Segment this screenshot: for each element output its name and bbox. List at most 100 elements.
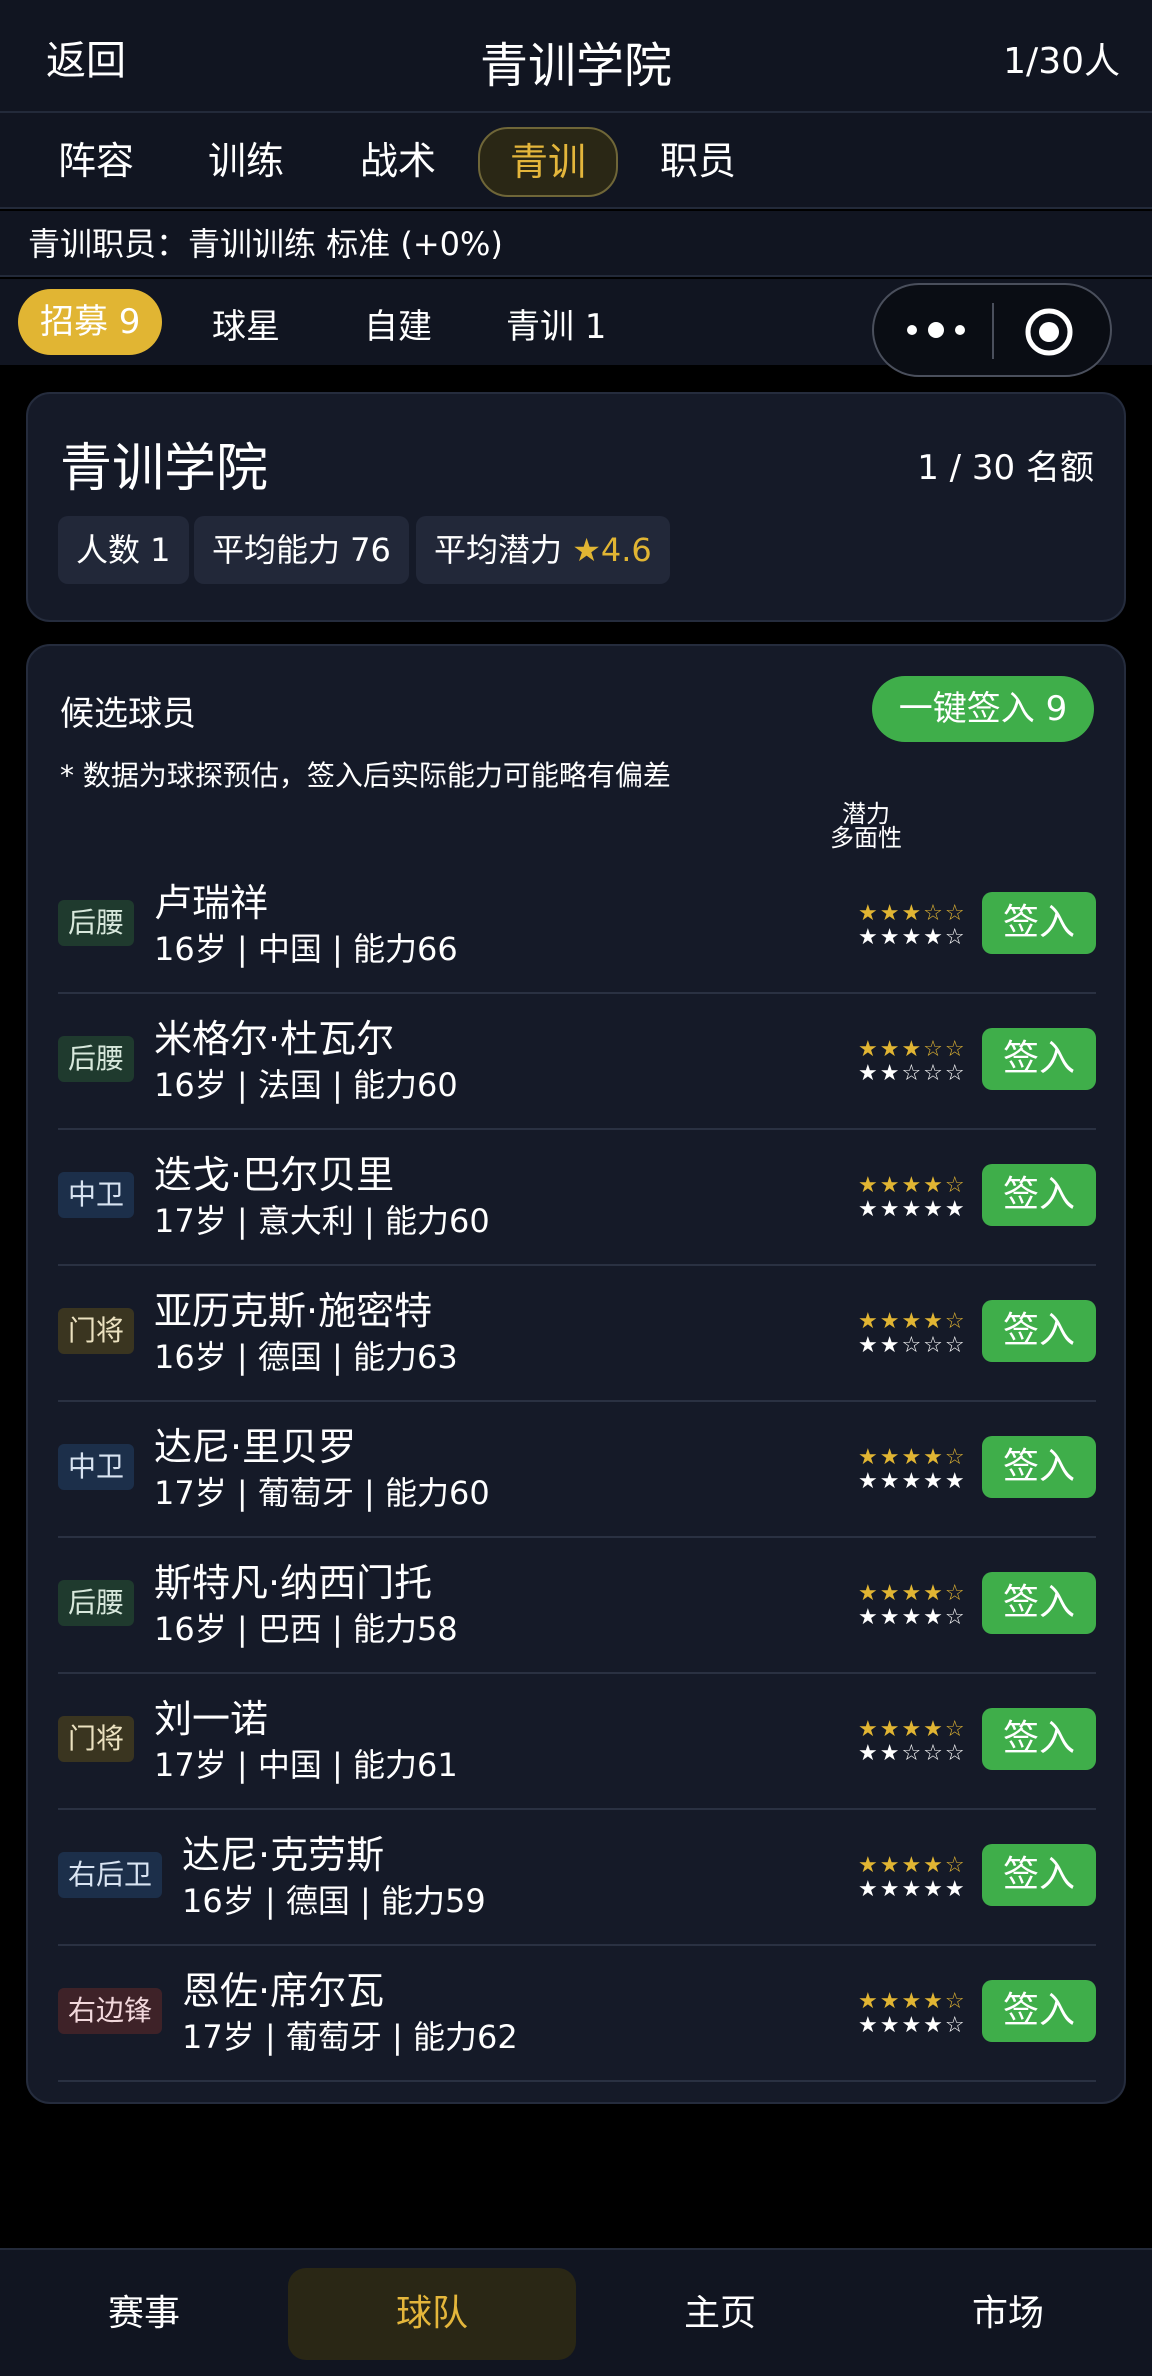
- potential-stars: ★★★☆☆: [858, 1037, 967, 1062]
- sign-button[interactable]: 签入: [982, 1980, 1096, 2042]
- top-bar: 返回 青训学院 1/30人: [0, 0, 1152, 113]
- miniprogram-capsule: [872, 283, 1112, 377]
- tab-youth[interactable]: 青训: [478, 127, 619, 197]
- nav-home[interactable]: 主页: [576, 2250, 864, 2376]
- scout-note: * 数据为球探预估，签入后实际能力可能略有偏差: [60, 759, 671, 792]
- candidates-card: 候选球员 一键签入 9 * 数据为球探预估，签入后实际能力可能略有偏差 潜力 多…: [26, 644, 1126, 2104]
- candidate-row: 后腰 米格尔·杜瓦尔 16岁 | 法国 | 能力60 ★★★☆☆ ★★☆☆☆ 签入: [58, 994, 1096, 1130]
- versatility-stars: ★★★★☆: [858, 1605, 967, 1630]
- sign-button[interactable]: 签入: [982, 1708, 1096, 1770]
- potential-stars: ★★★★☆: [858, 1173, 967, 1198]
- avg-potential-label: 平均潜力: [434, 531, 563, 569]
- player-info: 16岁 | 巴西 | 能力58: [154, 1610, 458, 1648]
- nav-matches-label: 赛事: [107, 2293, 180, 2334]
- potential-column-label: 潜力: [842, 800, 890, 828]
- player-name: 达尼·克劳斯: [182, 1833, 385, 1877]
- player-info: 17岁 | 意大利 | 能力60: [154, 1202, 490, 1240]
- candidate-row: 门将 刘一诺 17岁 | 中国 | 能力61 ★★★★☆ ★★☆☆☆ 签入: [58, 1674, 1096, 1810]
- subtab-custom[interactable]: 自建: [364, 299, 432, 348]
- potential-stars: ★★★★☆: [858, 1989, 967, 2014]
- sign-button[interactable]: 签入: [982, 892, 1096, 954]
- versatility-stars: ★★★★★: [858, 1469, 967, 1494]
- avg-potential-chip: 平均潜力 ★4.6: [416, 516, 670, 584]
- player-name: 达尼·里贝罗: [154, 1425, 357, 1469]
- position-badge: 右后卫: [58, 1852, 163, 1898]
- academy-count: 1/30人: [1003, 41, 1120, 82]
- position-badge: 后腰: [58, 1580, 135, 1626]
- versatility-stars: ★★☆☆☆: [858, 1061, 967, 1086]
- potential-stars: ★★★★☆: [858, 1445, 967, 1470]
- candidate-row: 门将 亚历克斯·施密特 16岁 | 德国 | 能力63 ★★★★☆ ★★☆☆☆ 签入: [58, 1266, 1096, 1402]
- versatility-stars: ★★☆☆☆: [858, 1333, 967, 1358]
- youth-staff-info: 青训职员：青训训练 标准 (+0%): [0, 211, 1152, 277]
- sign-button[interactable]: 签入: [982, 1436, 1096, 1498]
- potential-stars: ★★★★☆: [858, 1581, 967, 1606]
- position-badge: 后腰: [58, 1036, 135, 1082]
- avg-ability-chip: 平均能力 76: [194, 516, 409, 584]
- candidate-row: 后腰 斯特凡·纳西门托 16岁 | 巴西 | 能力58 ★★★★☆ ★★★★☆ 签入: [58, 1538, 1096, 1674]
- player-info: 17岁 | 葡萄牙 | 能力60: [154, 1474, 490, 1512]
- nav-market[interactable]: 市场: [864, 2250, 1152, 2376]
- candidate-row: 右边锋 恩佐·席尔瓦 17岁 | 葡萄牙 | 能力62 ★★★★☆ ★★★★☆ 签入: [58, 1946, 1096, 2082]
- nav-team-label: 球队: [395, 2293, 468, 2334]
- nav-home-label: 主页: [683, 2293, 756, 2334]
- position-badge: 后腰: [58, 900, 135, 946]
- player-name: 卢瑞祥: [154, 881, 269, 925]
- tab-training[interactable]: 训练: [208, 133, 284, 189]
- subtab-youth[interactable]: 青训 1: [506, 299, 606, 348]
- versatility-column-label: 多面性: [830, 824, 902, 852]
- candidate-row: 中卫 达尼·里贝罗 17岁 | 葡萄牙 | 能力60 ★★★★☆ ★★★★★ 签入: [58, 1402, 1096, 1538]
- potential-stars: ★★★★☆: [858, 1853, 967, 1878]
- player-name: 刘一诺: [154, 1697, 269, 1741]
- versatility-stars: ★★★★☆: [858, 2013, 967, 2038]
- tab-lineup[interactable]: 阵容: [58, 133, 134, 189]
- tab-staff[interactable]: 职员: [660, 133, 736, 189]
- player-info: 16岁 | 德国 | 能力63: [154, 1338, 458, 1376]
- capsule-divider: [992, 303, 994, 359]
- position-badge: 中卫: [58, 1172, 135, 1218]
- position-badge: 中卫: [58, 1444, 135, 1490]
- academy-title: 青训学院: [60, 439, 269, 499]
- page-title: 青训学院: [479, 38, 672, 94]
- versatility-stars: ★★★★★: [858, 1877, 967, 1902]
- nav-matches[interactable]: 赛事: [0, 2250, 288, 2376]
- candidate-row: 右后卫 达尼·克劳斯 16岁 | 德国 | 能力59 ★★★★☆ ★★★★★ 签入: [58, 1810, 1096, 1946]
- versatility-stars: ★★★★★: [858, 1197, 967, 1222]
- bottom-nav: 赛事 球队 主页 市场: [0, 2248, 1152, 2376]
- headcount-chip: 人数 1: [58, 516, 189, 584]
- main-tabs: 阵容 训练 战术 青训 职员: [0, 113, 1152, 209]
- nav-market-label: 市场: [971, 2293, 1044, 2334]
- sign-button[interactable]: 签入: [982, 1164, 1096, 1226]
- avg-potential-value: ★4.6: [572, 531, 652, 569]
- versatility-stars: ★★☆☆☆: [858, 1741, 967, 1766]
- player-info: 16岁 | 中国 | 能力66: [154, 930, 458, 968]
- tab-tactics[interactable]: 战术: [360, 133, 436, 189]
- player-info: 16岁 | 法国 | 能力60: [154, 1066, 458, 1104]
- sign-button[interactable]: 签入: [982, 1844, 1096, 1906]
- player-name: 亚历克斯·施密特: [154, 1289, 433, 1333]
- subtab-stars[interactable]: 球星: [212, 299, 280, 348]
- position-badge: 门将: [58, 1716, 135, 1762]
- player-name: 恩佐·席尔瓦: [182, 1969, 385, 2013]
- position-badge: 门将: [58, 1308, 135, 1354]
- more-icon[interactable]: [904, 315, 968, 345]
- potential-stars: ★★★★☆: [858, 1309, 967, 1334]
- sign-button[interactable]: 签入: [982, 1028, 1096, 1090]
- close-target-icon[interactable]: [1024, 307, 1074, 357]
- player-info: 16岁 | 德国 | 能力59: [182, 1882, 486, 1920]
- candidate-row: 中卫 迭戈·巴尔贝里 17岁 | 意大利 | 能力60 ★★★★☆ ★★★★★ 签入: [58, 1130, 1096, 1266]
- subtab-recruit[interactable]: 招募 9: [18, 289, 163, 355]
- academy-summary-card: 青训学院 1 / 30 名额 人数 1 平均能力 76 平均潜力 ★4.6: [26, 392, 1126, 622]
- player-info: 17岁 | 中国 | 能力61: [154, 1746, 458, 1784]
- player-name: 斯特凡·纳西门托: [154, 1561, 433, 1605]
- sign-button[interactable]: 签入: [982, 1300, 1096, 1362]
- academy-quota: 1 / 30 名额: [917, 448, 1094, 488]
- versatility-stars: ★★★★☆: [858, 925, 967, 950]
- nav-team[interactable]: 球队: [288, 2250, 576, 2376]
- rating-column-header: 潜力 多面性: [806, 802, 926, 850]
- player-name: 米格尔·杜瓦尔: [154, 1017, 395, 1061]
- player-info: 17岁 | 葡萄牙 | 能力62: [182, 2018, 518, 2056]
- player-name: 迭戈·巴尔贝里: [154, 1153, 395, 1197]
- sign-all-button[interactable]: 一键签入 9: [872, 676, 1094, 742]
- sign-button[interactable]: 签入: [982, 1572, 1096, 1634]
